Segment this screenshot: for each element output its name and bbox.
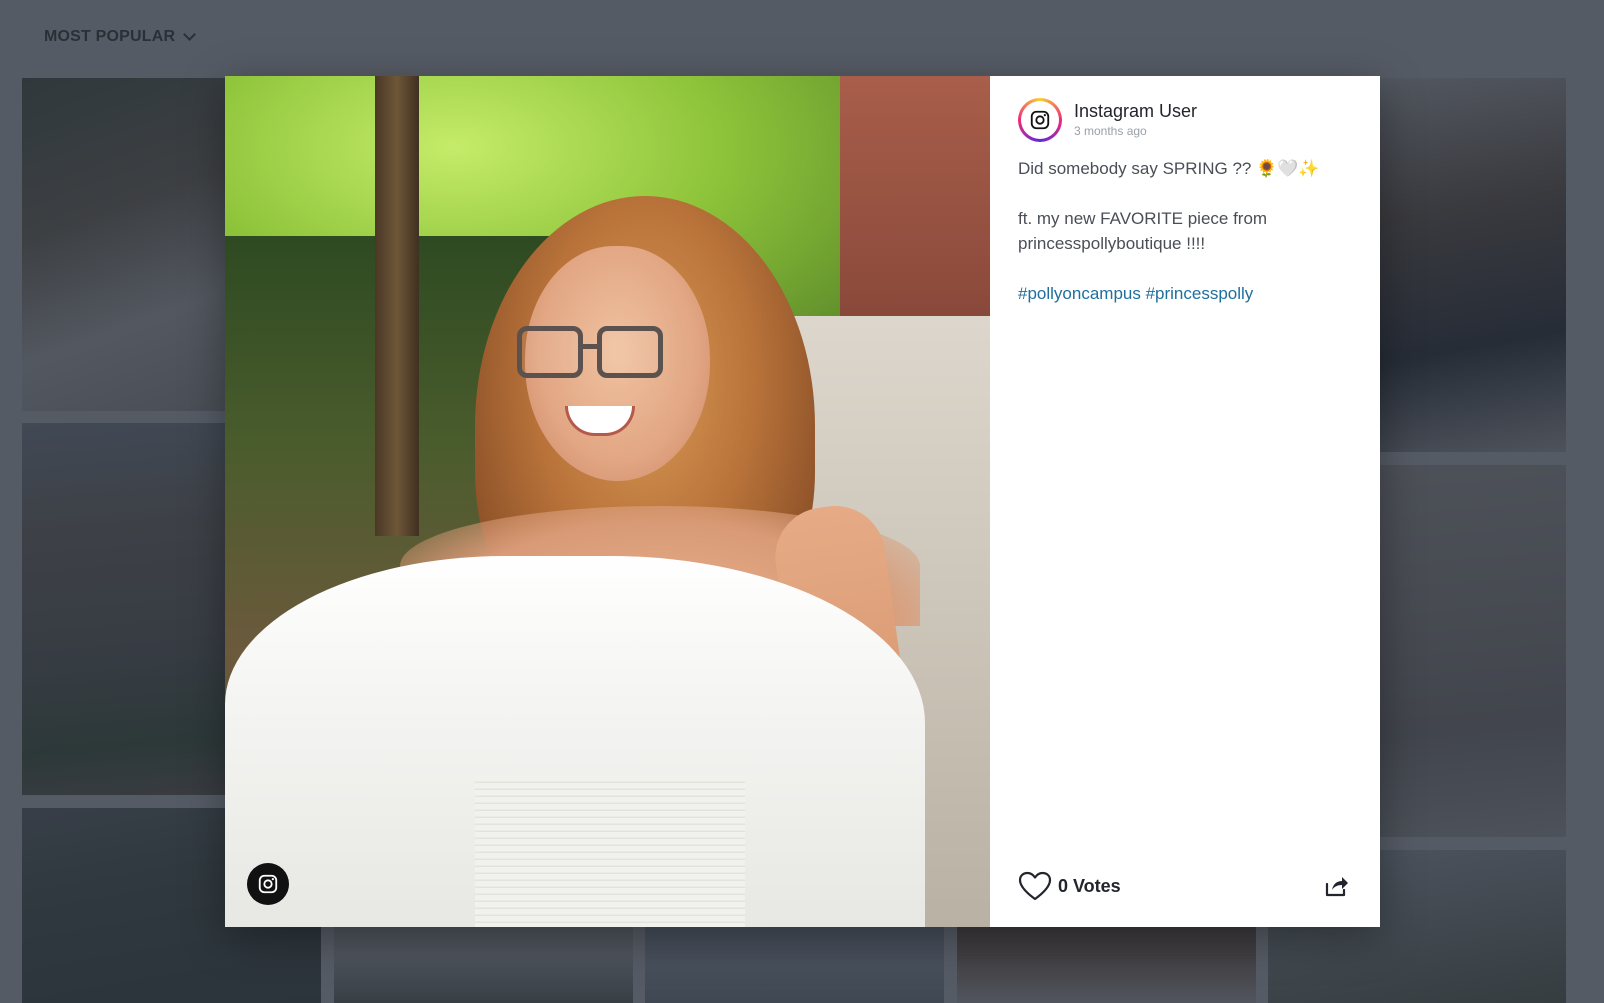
vote-count: 0 Votes (1058, 875, 1121, 896)
post-caption: Did somebody say SPRING ?? 🌻🤍✨ ft. my ne… (1018, 156, 1352, 306)
post-author: Instagram User 3 months ago (1018, 98, 1352, 142)
photo-scene (225, 76, 990, 927)
vote-button[interactable]: 0 Votes (1018, 871, 1121, 901)
photo-tree-trunk (375, 76, 419, 536)
caption-line: Did somebody say SPRING ?? 🌻🤍✨ (1018, 159, 1320, 178)
post-timestamp: 3 months ago (1074, 124, 1147, 139)
instagram-icon (258, 874, 278, 894)
caption-hashtags[interactable]: #pollyoncampus #princesspolly (1018, 281, 1352, 306)
share-icon (1325, 877, 1348, 897)
photo-dress-waist (475, 776, 745, 927)
post-photo (225, 76, 990, 927)
chevron-down-icon (183, 28, 197, 41)
gallery-page: MOST POPULAR Instagram User 3 months ago… (0, 0, 1604, 1003)
sort-dropdown[interactable]: MOST POPULAR (44, 28, 197, 46)
heart-icon (1018, 871, 1052, 901)
instagram-badge-button[interactable] (247, 863, 289, 905)
photo-glasses (517, 326, 667, 382)
post-actions: 0 Votes (1018, 871, 1350, 901)
author-name[interactable]: Instagram User (1074, 101, 1197, 122)
sort-label: MOST POPULAR (44, 28, 176, 45)
share-button[interactable] (1324, 874, 1350, 898)
post-details-panel: Instagram User 3 months ago Did somebody… (990, 76, 1380, 927)
post-modal: Instagram User 3 months ago Did somebody… (225, 76, 1380, 927)
instagram-icon (1030, 110, 1050, 130)
caption-line: ft. my new FAVORITE piece from princessp… (1018, 209, 1268, 253)
avatar[interactable] (1018, 98, 1062, 142)
